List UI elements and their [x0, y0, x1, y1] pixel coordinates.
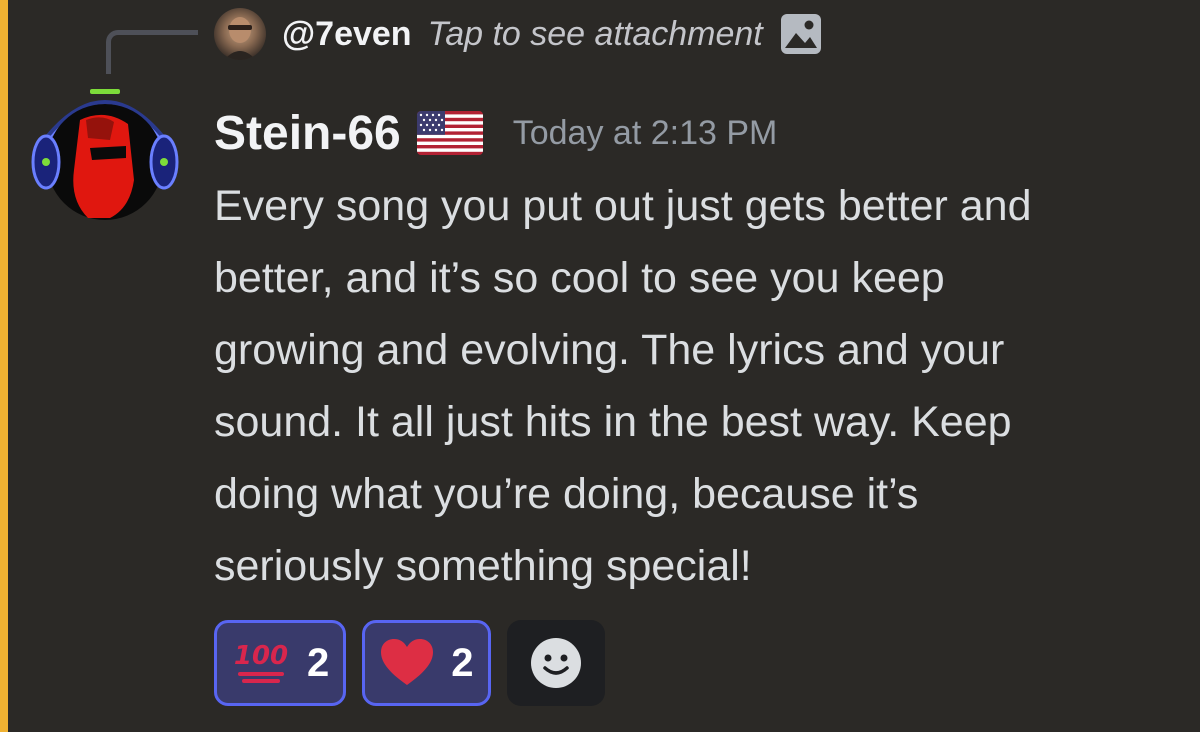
message-header: Stein-66 Today at 2:13 PM [214, 100, 777, 166]
reaction-hundred-points[interactable]: 100 2 [214, 620, 347, 706]
chat-message: @7even Tap to see attachment Stein-66 To… [0, 0, 1200, 732]
message-line: sound. It all just hits in the best way.… [214, 398, 1012, 446]
reply-preview-text[interactable]: Tap to see attachment [428, 15, 763, 54]
reaction-count: 2 [307, 640, 330, 685]
reply-avatar[interactable] [214, 8, 266, 60]
reaction-count: 2 [451, 640, 474, 685]
message-timestamp[interactable]: Today at 2:13 PM [513, 114, 778, 153]
message-line: growing and evolving. The lyrics and you… [214, 326, 1005, 374]
image-icon [779, 12, 823, 56]
user-avatar[interactable] [30, 80, 180, 225]
reply-author-name[interactable]: @7even [282, 15, 412, 54]
reaction-red-heart[interactable]: 2 [362, 620, 491, 706]
reply-connector [106, 30, 198, 74]
hundred-points-text: 100 [233, 641, 289, 671]
red-heart-icon [381, 639, 434, 687]
us-flag-icon [416, 111, 483, 155]
message-content: Every song you put out just gets better … [214, 170, 1174, 602]
mention-highlight-bar [0, 0, 8, 732]
message-line: Every song you put out just gets better … [214, 182, 1032, 230]
reaction-bar: 100 2 2 [214, 620, 605, 706]
message-line: better, and it’s so cool to see you keep [214, 254, 945, 302]
reply-preview[interactable]: @7even Tap to see attachment [214, 6, 823, 62]
username[interactable]: Stein-66 [214, 106, 401, 161]
message-line: seriously something special! [214, 542, 752, 590]
add-reaction-button[interactable] [506, 620, 605, 706]
message-line: doing what you’re doing, because it’s [214, 470, 919, 518]
smiley-face-icon [529, 636, 583, 690]
hundred-points-icon: 100 [233, 639, 289, 687]
